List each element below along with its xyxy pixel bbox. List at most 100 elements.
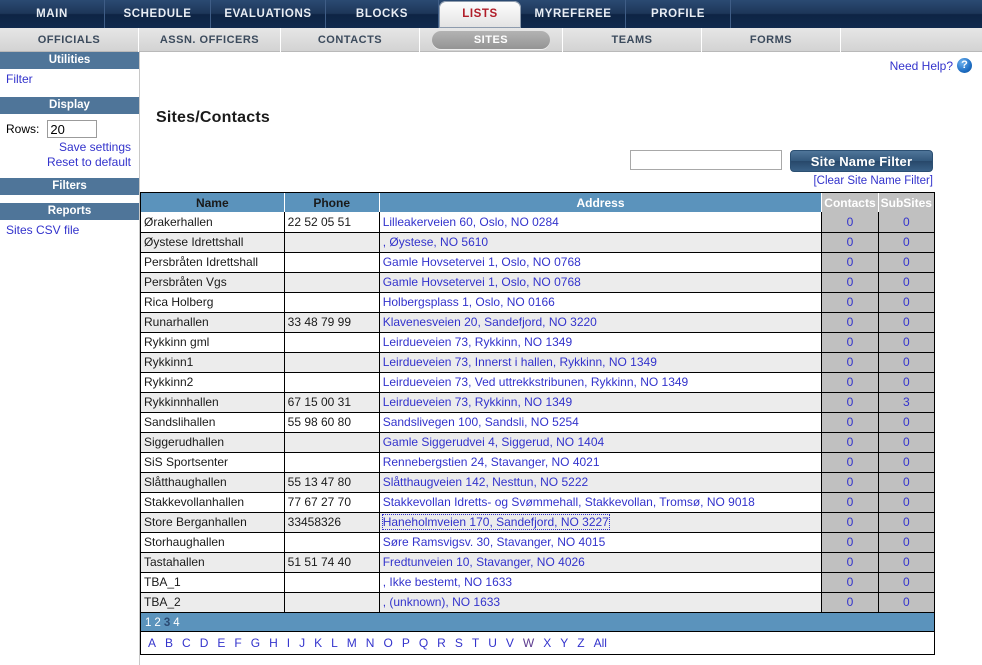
subnav-tab-teams[interactable]: TEAMS bbox=[563, 27, 702, 52]
alpha-link-f[interactable]: F bbox=[234, 636, 241, 650]
nav-tab-myreferee[interactable]: MYREFEREE bbox=[521, 0, 626, 28]
subsites-count-link[interactable]: 0 bbox=[903, 335, 910, 349]
contacts-count-link[interactable]: 0 bbox=[847, 355, 854, 369]
alpha-link-r[interactable]: R bbox=[437, 636, 446, 650]
contacts-count-link[interactable]: 0 bbox=[847, 555, 854, 569]
nav-tab-main[interactable]: MAIN bbox=[0, 0, 105, 28]
column-header-contacts[interactable]: Contacts bbox=[821, 193, 879, 212]
address-link[interactable]: Gamle Hovsetervei 1, Oslo, NO 0768 bbox=[383, 275, 581, 289]
contacts-count-link[interactable]: 0 bbox=[847, 295, 854, 309]
address-link[interactable]: Gamle Hovsetervei 1, Oslo, NO 0768 bbox=[383, 255, 581, 269]
address-link[interactable]: , Øystese, NO 5610 bbox=[383, 235, 488, 249]
column-header-phone[interactable]: Phone bbox=[284, 193, 380, 212]
nav-tab-schedule[interactable]: SCHEDULE bbox=[105, 0, 211, 28]
alpha-link-e[interactable]: E bbox=[217, 636, 225, 650]
subsites-count-link[interactable]: 0 bbox=[903, 275, 910, 289]
alpha-link-a[interactable]: A bbox=[148, 636, 156, 650]
contacts-count-link[interactable]: 0 bbox=[847, 375, 854, 389]
alpha-link-l[interactable]: L bbox=[331, 636, 338, 650]
subsites-count-link[interactable]: 0 bbox=[903, 435, 910, 449]
nav-tab-lists[interactable]: LISTS bbox=[439, 1, 521, 28]
alpha-link-o[interactable]: O bbox=[383, 636, 392, 650]
alpha-link-c[interactable]: C bbox=[182, 636, 191, 650]
subsites-count-link[interactable]: 0 bbox=[903, 495, 910, 509]
column-header-name[interactable]: Name bbox=[141, 193, 285, 212]
subnav-tab-forms[interactable]: FORMS bbox=[702, 27, 841, 52]
save-settings-link[interactable]: Save settings bbox=[0, 140, 131, 155]
subsites-count-link[interactable]: 0 bbox=[903, 355, 910, 369]
contacts-count-link[interactable]: 0 bbox=[847, 515, 854, 529]
clear-site-name-filter-link[interactable]: [Clear Site Name Filter] bbox=[140, 175, 982, 187]
alpha-link-i[interactable]: I bbox=[287, 636, 290, 650]
subsites-count-link[interactable]: 0 bbox=[903, 215, 910, 229]
address-link[interactable]: Gamle Siggerudvei 4, Siggerud, NO 1404 bbox=[383, 435, 604, 449]
address-link[interactable]: Leirdueveien 73, Ved uttrekkstribunen, R… bbox=[383, 375, 689, 389]
column-header-subsites[interactable]: SubSites bbox=[878, 193, 934, 212]
contacts-count-link[interactable]: 0 bbox=[847, 595, 854, 609]
alpha-link-m[interactable]: M bbox=[347, 636, 357, 650]
site-name-filter-input[interactable] bbox=[630, 150, 782, 170]
subsites-count-link[interactable]: 0 bbox=[903, 235, 910, 249]
subnav-tab-sites[interactable]: SITES bbox=[420, 27, 563, 52]
address-link[interactable]: , (unknown), NO 1633 bbox=[383, 595, 500, 609]
subnav-tab-contacts[interactable]: CONTACTS bbox=[281, 27, 420, 52]
subsites-count-link[interactable]: 0 bbox=[903, 315, 910, 329]
site-name-filter-button[interactable]: Site Name Filter bbox=[790, 150, 933, 172]
subnav-tab-assn-officers[interactable]: ASSN. OFFICERS bbox=[139, 27, 281, 52]
contacts-count-link[interactable]: 0 bbox=[847, 475, 854, 489]
contacts-count-link[interactable]: 0 bbox=[847, 495, 854, 509]
sidebar-link-filter[interactable]: Filter bbox=[0, 69, 139, 89]
contacts-count-link[interactable]: 0 bbox=[847, 335, 854, 349]
contacts-count-link[interactable]: 0 bbox=[847, 275, 854, 289]
contacts-count-link[interactable]: 0 bbox=[847, 255, 854, 269]
address-link[interactable]: Leirdueveien 73, Innerst i hallen, Rykki… bbox=[383, 355, 657, 369]
address-link[interactable]: Leirdueveien 73, Rykkinn, NO 1349 bbox=[383, 395, 572, 409]
subsites-count-link[interactable]: 0 bbox=[903, 375, 910, 389]
contacts-count-link[interactable]: 0 bbox=[847, 235, 854, 249]
nav-tab-profile[interactable]: PROFILE bbox=[626, 0, 731, 28]
nav-tab-blocks[interactable]: BLOCKS bbox=[326, 0, 439, 28]
alpha-link-j[interactable]: J bbox=[299, 636, 305, 650]
rows-input[interactable] bbox=[47, 120, 98, 138]
reset-to-default-link[interactable]: Reset to default bbox=[0, 155, 131, 170]
address-link[interactable]: , Ikke bestemt, NO 1633 bbox=[383, 575, 512, 589]
alpha-link-p[interactable]: P bbox=[402, 636, 410, 650]
column-header-address[interactable]: Address bbox=[379, 193, 823, 212]
alpha-link-k[interactable]: K bbox=[314, 636, 322, 650]
address-link[interactable]: Søre Ramsvigsv. 30, Stavanger, NO 4015 bbox=[383, 535, 606, 549]
address-link[interactable]: Klavenesveien 20, Sandefjord, NO 3220 bbox=[383, 315, 597, 329]
address-link[interactable]: Sandslivegen 100, Sandsli, NO 5254 bbox=[383, 415, 579, 429]
contacts-count-link[interactable]: 0 bbox=[847, 435, 854, 449]
alpha-link-d[interactable]: D bbox=[200, 636, 209, 650]
help-question-icon[interactable]: ? bbox=[957, 58, 972, 73]
address-link[interactable]: Haneholmveien 170, Sandefjord, NO 3227 bbox=[381, 514, 610, 530]
subsites-count-link[interactable]: 0 bbox=[903, 255, 910, 269]
alpha-link-all[interactable]: All bbox=[594, 636, 607, 650]
alpha-link-x[interactable]: X bbox=[543, 636, 551, 650]
alpha-link-s[interactable]: S bbox=[455, 636, 463, 650]
alpha-link-h[interactable]: H bbox=[269, 636, 278, 650]
subnav-tab-officials[interactable]: OFFICIALS bbox=[0, 27, 139, 52]
page-link-2[interactable]: 2 bbox=[154, 617, 160, 629]
address-link[interactable]: Holbergsplass 1, Oslo, NO 0166 bbox=[383, 295, 555, 309]
subsites-count-link[interactable]: 0 bbox=[903, 555, 910, 569]
nav-tab-evaluations[interactable]: EVALUATIONS bbox=[211, 0, 326, 28]
subsites-count-link[interactable]: 3 bbox=[903, 395, 910, 409]
alpha-link-q[interactable]: Q bbox=[419, 636, 428, 650]
alpha-link-w[interactable]: W bbox=[523, 636, 534, 650]
contacts-count-link[interactable]: 0 bbox=[847, 215, 854, 229]
subsites-count-link[interactable]: 0 bbox=[903, 475, 910, 489]
alpha-link-v[interactable]: V bbox=[506, 636, 514, 650]
alpha-link-b[interactable]: B bbox=[165, 636, 173, 650]
page-link-3[interactable]: 3 bbox=[164, 617, 170, 629]
subsites-count-link[interactable]: 0 bbox=[903, 575, 910, 589]
alpha-link-y[interactable]: Y bbox=[560, 636, 568, 650]
subsites-count-link[interactable]: 0 bbox=[903, 535, 910, 549]
contacts-count-link[interactable]: 0 bbox=[847, 395, 854, 409]
subsites-count-link[interactable]: 0 bbox=[903, 455, 910, 469]
alpha-link-z[interactable]: Z bbox=[577, 636, 584, 650]
subsites-count-link[interactable]: 0 bbox=[903, 295, 910, 309]
need-help-link[interactable]: Need Help? ? bbox=[890, 58, 972, 73]
address-link[interactable]: Slåtthaugveien 142, Nesttun, NO 5222 bbox=[383, 475, 588, 489]
alpha-link-u[interactable]: U bbox=[488, 636, 497, 650]
